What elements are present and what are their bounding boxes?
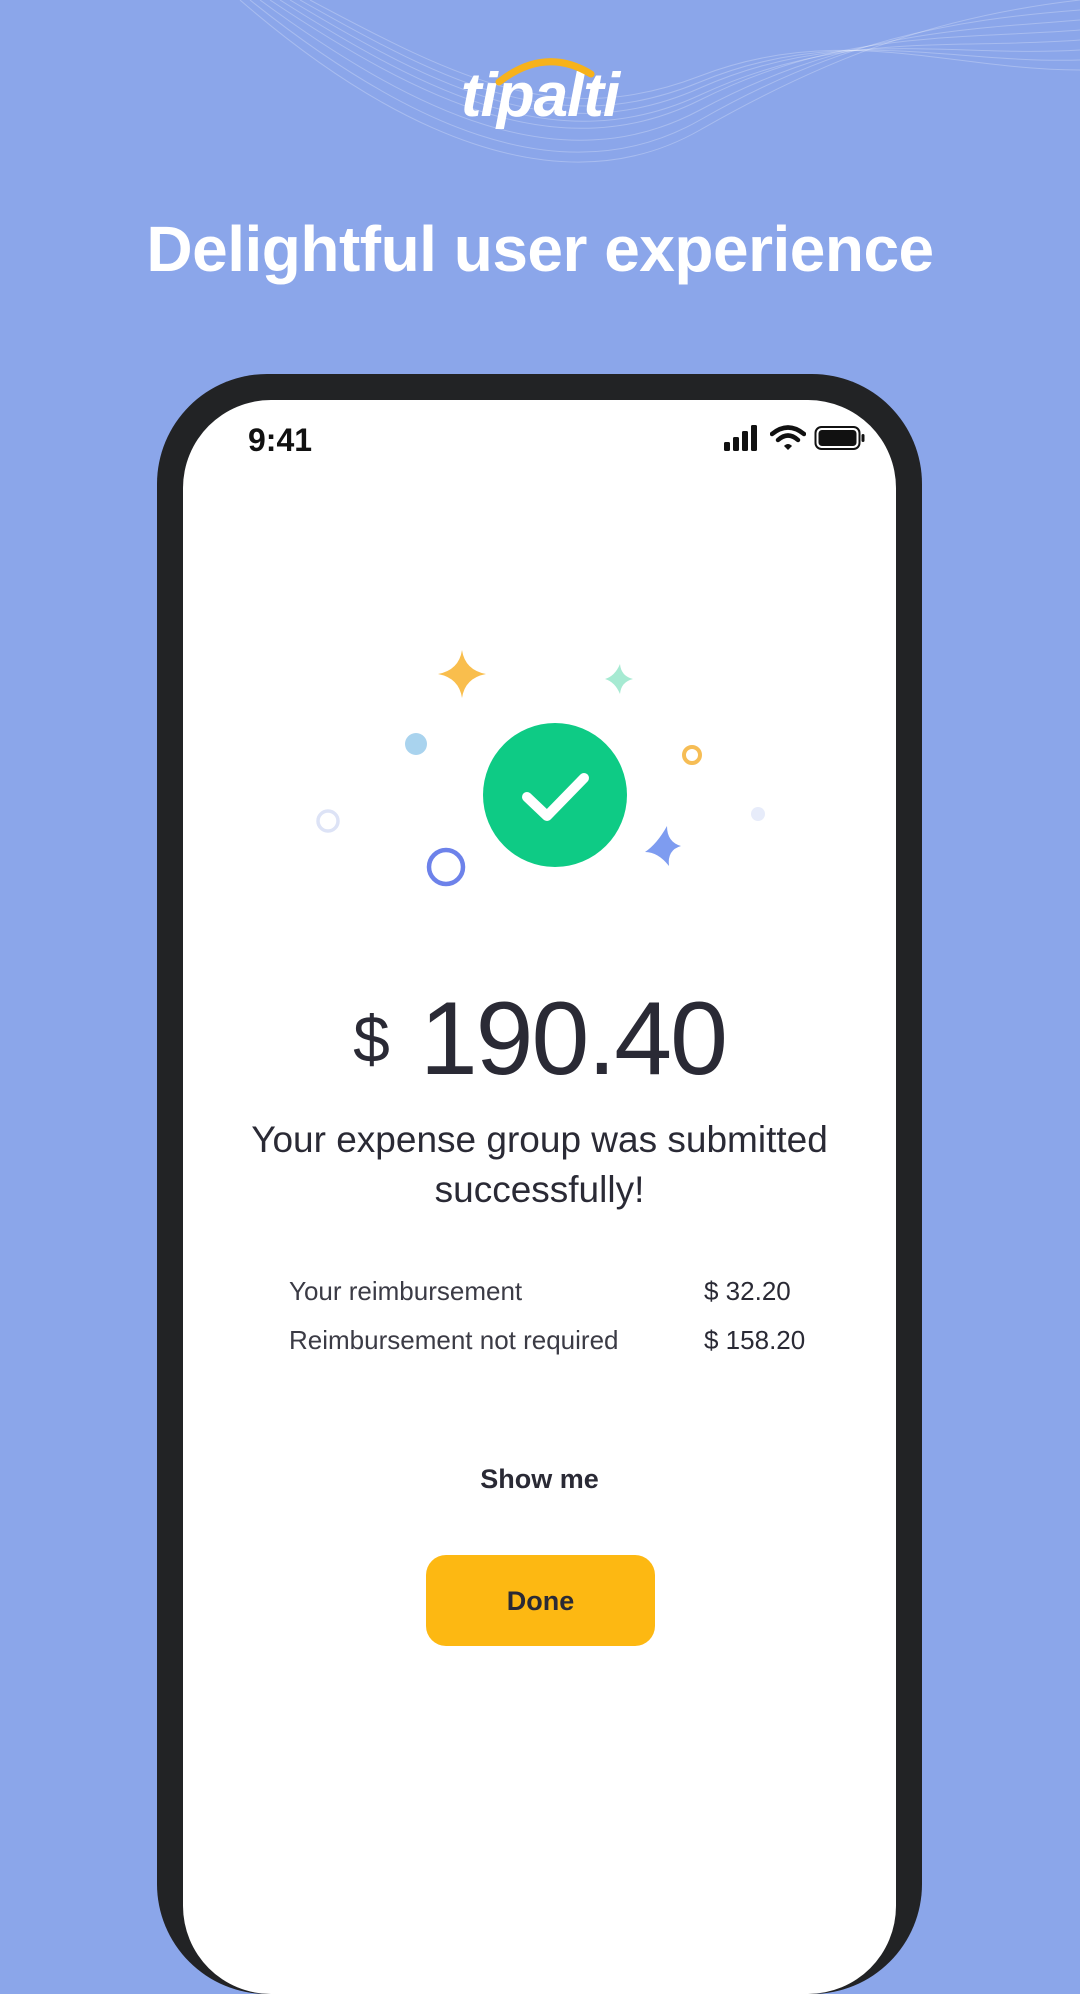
summary-row-label: Your reimbursement [289,1276,523,1306]
sparkle-icon [645,826,681,866]
summary-row-label: Reimbursement not required [289,1325,619,1355]
success-message: Your expense group was submitted success… [251,1119,828,1210]
logo-arc-icon [495,58,595,86]
page-headline: Delightful user experience [146,213,934,285]
success-check-badge [483,723,627,867]
show-me-link[interactable]: Show me [183,1464,896,1495]
amount-value: 190.40 [419,981,728,1097]
sparkle-icon [438,650,486,698]
summary-row-value: $ 158.20 [704,1325,806,1355]
checkmark-icon [522,773,589,821]
sparkle-icon [605,664,633,694]
phone-screen: 9:41 $ 190.40 Your expense group was sub… [183,400,896,1994]
celebration-illustration [316,650,765,887]
phone-frame: 9:41 $ 190.40 Your expense group was sub… [157,374,922,1994]
currency-symbol: $ [353,1002,390,1076]
total-amount: $190.40 [183,980,896,1099]
tipalti-logo: tipalti [0,58,1080,131]
summary-row-value: $ 32.20 [704,1276,791,1306]
done-button[interactable]: Done [426,1555,655,1646]
